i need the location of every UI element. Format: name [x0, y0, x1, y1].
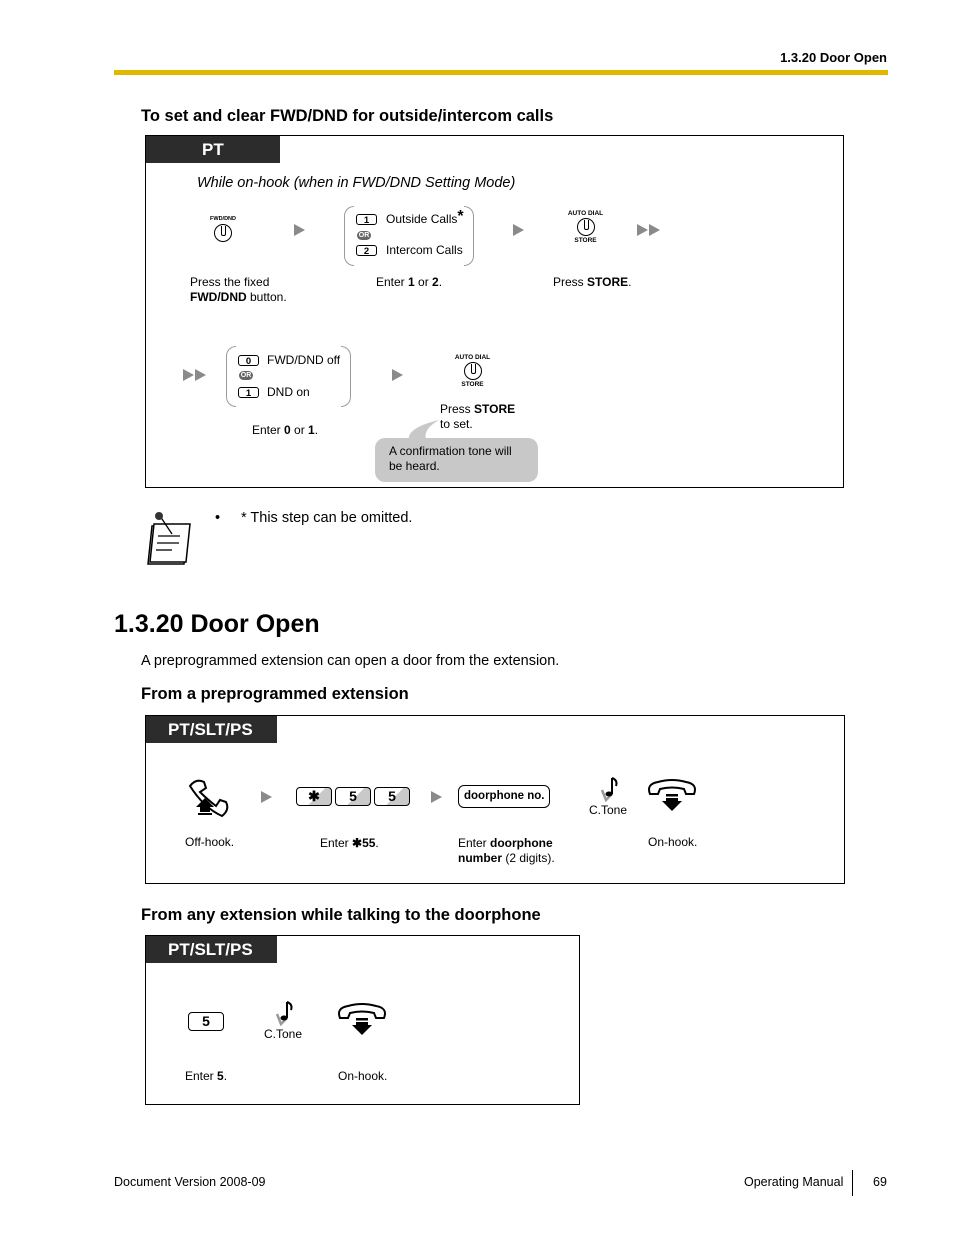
- section-title: 1.3.20 Door Open: [114, 610, 320, 638]
- dial-key-2[interactable]: 2: [356, 245, 377, 257]
- arrow-icon: [513, 224, 524, 236]
- confirmation-tone-icon: [600, 777, 618, 802]
- store-button[interactable]: AUTO DIAL STORE: [445, 354, 500, 388]
- step3-caption: Press STORE.: [553, 275, 632, 289]
- arrow-icon: [431, 791, 442, 803]
- option-label-intercom: Intercom Calls: [386, 243, 463, 257]
- offhook-caption: Off-hook.: [185, 835, 235, 849]
- arrow-icon: [392, 369, 403, 381]
- fwd-dnd-heading: To set and clear FWD/DND for outside/int…: [141, 107, 554, 125]
- dial-key-star[interactable]: ✱: [296, 787, 332, 806]
- dial-key-0[interactable]: 0: [238, 355, 259, 367]
- note-text: * This step can be omitted.: [241, 510, 413, 526]
- doorphone-number-key[interactable]: doorphone no.: [458, 785, 551, 808]
- condition-text: While on-hook (when in FWD/DND Setting M…: [197, 175, 516, 191]
- or-badge: OR: [239, 371, 253, 380]
- device-tab: PT: [146, 136, 280, 163]
- arrow-icon: [294, 224, 305, 236]
- dial-key-5[interactable]: 5: [335, 787, 371, 806]
- option-label-outside: Outside Calls*: [386, 208, 464, 227]
- step2-caption: Enter 1 or 2.: [376, 275, 443, 289]
- keys-caption: Enter ✱55.: [320, 836, 379, 850]
- page-number: 69: [873, 1175, 887, 1189]
- doorphone-talking-procedure-box: PT/SLT/PS 5 Enter 5. C.Tone On-hook.: [145, 935, 580, 1105]
- tone-label: C.Tone: [264, 1027, 303, 1041]
- store-button[interactable]: AUTO DIAL STORE: [558, 210, 613, 244]
- dial-key-5[interactable]: 5: [188, 1012, 224, 1031]
- on-hook-handset-icon: [338, 1003, 386, 1035]
- off-hook-handset-icon: [188, 779, 229, 818]
- footer-divider: [852, 1170, 853, 1196]
- tone-label: C.Tone: [589, 803, 628, 817]
- header-rule: [114, 70, 888, 75]
- continue-arrow-icon: [183, 369, 206, 381]
- step4-caption: Enter 0 or 1.: [252, 423, 319, 437]
- section-description: A preprogrammed extension can open a doo…: [141, 653, 560, 669]
- confirmation-tone-icon: [275, 1001, 293, 1026]
- step1-caption: Press the fixed FWD/DND button.: [190, 275, 287, 304]
- continue-arrow-icon: [637, 224, 660, 236]
- confirmation-callout: A confirmation tone will be heard.: [375, 438, 538, 482]
- key-caption: Enter 5.: [185, 1069, 228, 1083]
- preprogrammed-procedure-box: PT/SLT/PS Off-hook. ✱ 5 5 Enter ✱55. doo…: [145, 715, 845, 884]
- step5-caption: Press STORE to set.: [440, 402, 516, 431]
- store-button-icon: [576, 218, 595, 236]
- sub1-heading: From a preprogrammed extension: [141, 685, 409, 703]
- option-group-1-2: 1 Outside Calls* OR 2 Intercom Calls: [344, 206, 474, 266]
- onhook-caption: On-hook.: [338, 1069, 388, 1083]
- fwd-dnd-button[interactable]: FWD/DND: [208, 216, 238, 242]
- dial-key-1[interactable]: 1: [238, 387, 259, 399]
- dial-key-1[interactable]: 1: [356, 214, 377, 226]
- note-icon: [147, 512, 191, 565]
- device-tab: PT/SLT/PS: [146, 936, 277, 963]
- store-button-icon: [463, 362, 482, 380]
- fixed-button-icon: [214, 224, 232, 242]
- or-badge: OR: [357, 231, 371, 240]
- dial-key-5[interactable]: 5: [374, 787, 410, 806]
- device-tab: PT/SLT/PS: [146, 716, 277, 743]
- onhook-caption: On-hook.: [648, 835, 698, 849]
- footer-version: Document Version 2008-09: [114, 1175, 266, 1189]
- sub2-heading: From any extension while talking to the …: [141, 906, 541, 924]
- doorphone-caption: Enter doorphone number (2 digits).: [458, 836, 555, 865]
- option-group-0-1: 0 FWD/DND off OR 1 DND on: [226, 346, 351, 407]
- running-header: 1.3.20 Door Open: [780, 50, 887, 65]
- fwd-dnd-procedure-box: PT While on-hook (when in FWD/DND Settin…: [145, 135, 844, 488]
- option-label-dnd-on: DND on: [267, 385, 310, 399]
- on-hook-handset-icon: [648, 779, 696, 811]
- option-label-fwd-dnd-off: FWD/DND off: [267, 353, 341, 367]
- footer-manual: Operating Manual: [744, 1175, 844, 1189]
- note-bullet: •: [215, 510, 221, 526]
- arrow-icon: [261, 791, 272, 803]
